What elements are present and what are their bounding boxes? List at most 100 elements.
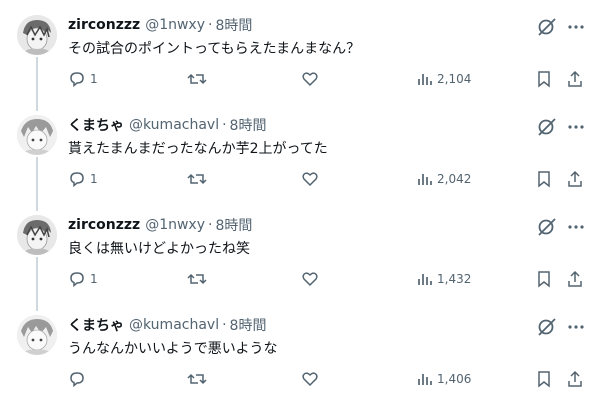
user-handle[interactable]: @kumachavl: [129, 117, 219, 133]
tweet-text: その試合のポイントってもらえたまんまなん？: [68, 41, 361, 57]
separator: ·: [222, 117, 227, 133]
avatar[interactable]: [17, 215, 57, 255]
tweet[interactable]: zirconzzz @1nwxy · 8時間 良くは無いけどよかったね笑 1 1…: [0, 202, 596, 302]
grok-icon[interactable]: [536, 216, 558, 238]
share-button[interactable]: [566, 268, 584, 290]
tweet-header: zirconzzz @1nwxy · 8時間: [68, 215, 252, 235]
retweet-button[interactable]: [187, 368, 207, 390]
tweet[interactable]: くまちゃ @kumachavl · 8時間 うんなんかいいようで悪いような 1,…: [0, 302, 596, 402]
views-icon: [418, 74, 432, 85]
reply-count: 1: [90, 72, 98, 86]
action-bar: 1 2,042: [0, 168, 596, 190]
display-name[interactable]: くまちゃ: [68, 315, 124, 335]
like-button[interactable]: [301, 68, 319, 90]
anime-character-avatar-icon: [17, 315, 57, 355]
views-button[interactable]: 1,406: [417, 368, 471, 390]
timestamp[interactable]: 8時間: [215, 215, 252, 235]
tweet-header: くまちゃ @kumachavl · 8時間: [68, 115, 266, 135]
display-name[interactable]: zirconzzz: [68, 217, 140, 233]
anime-character-avatar-icon: [17, 215, 57, 255]
bookmark-icon: [538, 171, 550, 188]
reply-icon: [70, 372, 84, 388]
tweet[interactable]: zirconzzz @1nwxy · 8時間 その試合のポイントってもらえたまん…: [0, 2, 596, 102]
like-button[interactable]: [301, 368, 319, 390]
reply-button[interactable]: 1: [68, 68, 98, 90]
share-icon: [568, 270, 582, 287]
reply-icon: [70, 72, 84, 88]
reply-button[interactable]: 1: [68, 268, 98, 290]
grok-icon[interactable]: [536, 116, 558, 138]
timestamp[interactable]: 8時間: [215, 15, 252, 35]
bookmark-icon: [538, 271, 550, 288]
retweet-icon: [187, 373, 207, 385]
like-icon: [302, 172, 318, 187]
anime-character-avatar-icon: [17, 15, 57, 55]
display-name[interactable]: zirconzzz: [68, 17, 140, 33]
avatar[interactable]: [17, 15, 57, 55]
bookmark-icon: [538, 371, 550, 388]
retweet-icon: [187, 173, 207, 185]
views-button[interactable]: 1,432: [417, 268, 471, 290]
reply-count: 1: [90, 272, 98, 286]
tweet-header: zirconzzz @1nwxy · 8時間: [68, 15, 252, 35]
bookmark-button[interactable]: [536, 368, 552, 390]
user-handle[interactable]: @kumachavl: [129, 317, 219, 333]
user-handle[interactable]: @1nwxy: [145, 17, 205, 33]
avatar[interactable]: [17, 115, 57, 155]
reply-button[interactable]: 1: [68, 168, 98, 190]
more-icon[interactable]: [567, 316, 585, 338]
views-icon: [418, 374, 432, 385]
retweet-button[interactable]: [187, 168, 207, 190]
like-button[interactable]: [301, 268, 319, 290]
grok-icon[interactable]: [536, 16, 558, 38]
share-button[interactable]: [566, 68, 584, 90]
more-icon[interactable]: [567, 116, 585, 138]
action-bar: 1 1,432: [0, 268, 596, 290]
retweet-icon: [187, 273, 207, 285]
anime-character-avatar-icon: [17, 115, 57, 155]
separator: ·: [222, 317, 227, 333]
like-icon: [302, 372, 318, 387]
bookmark-button[interactable]: [536, 168, 552, 190]
tweet-text: 貰えたまんまだったなんか芋2上がってた: [68, 141, 328, 157]
views-icon: [418, 174, 432, 185]
view-count: 2,104: [437, 72, 472, 86]
bookmark-icon: [538, 71, 550, 88]
retweet-button[interactable]: [187, 268, 207, 290]
tweet-header: くまちゃ @kumachavl · 8時間: [68, 315, 266, 335]
user-handle[interactable]: @1nwxy: [145, 217, 205, 233]
view-count: 1,406: [437, 372, 472, 386]
share-icon: [568, 370, 582, 387]
share-icon: [568, 170, 582, 187]
views-icon: [418, 274, 432, 285]
views-button[interactable]: 2,042: [417, 168, 471, 190]
timestamp[interactable]: 8時間: [230, 115, 267, 135]
views-button[interactable]: 2,104: [417, 68, 471, 90]
retweet-button[interactable]: [187, 68, 207, 90]
avatar[interactable]: [17, 315, 57, 355]
like-icon: [302, 272, 318, 287]
reply-count: 1: [90, 172, 98, 186]
separator: ·: [208, 217, 213, 233]
view-count: 1,432: [437, 272, 472, 286]
view-count: 2,042: [437, 172, 472, 186]
timestamp[interactable]: 8時間: [230, 315, 267, 335]
separator: ·: [208, 17, 213, 33]
share-button[interactable]: [566, 168, 584, 190]
action-bar: 1 2,104: [0, 68, 596, 90]
bookmark-button[interactable]: [536, 268, 552, 290]
tweet[interactable]: くまちゃ @kumachavl · 8時間 貰えたまんまだったなんか芋2上がって…: [0, 102, 596, 202]
more-icon[interactable]: [567, 16, 585, 38]
like-button[interactable]: [301, 168, 319, 190]
reply-icon: [70, 172, 84, 188]
tweet-text: うんなんかいいようで悪いような: [68, 341, 278, 357]
more-icon[interactable]: [567, 216, 585, 238]
display-name[interactable]: くまちゃ: [68, 115, 124, 135]
bookmark-button[interactable]: [536, 68, 552, 90]
like-icon: [302, 72, 318, 87]
grok-icon[interactable]: [536, 316, 558, 338]
action-bar: 1,406: [0, 368, 596, 390]
share-button[interactable]: [566, 368, 584, 390]
reply-button[interactable]: [68, 368, 90, 390]
tweet-text: 良くは無いけどよかったね笑: [68, 241, 250, 257]
